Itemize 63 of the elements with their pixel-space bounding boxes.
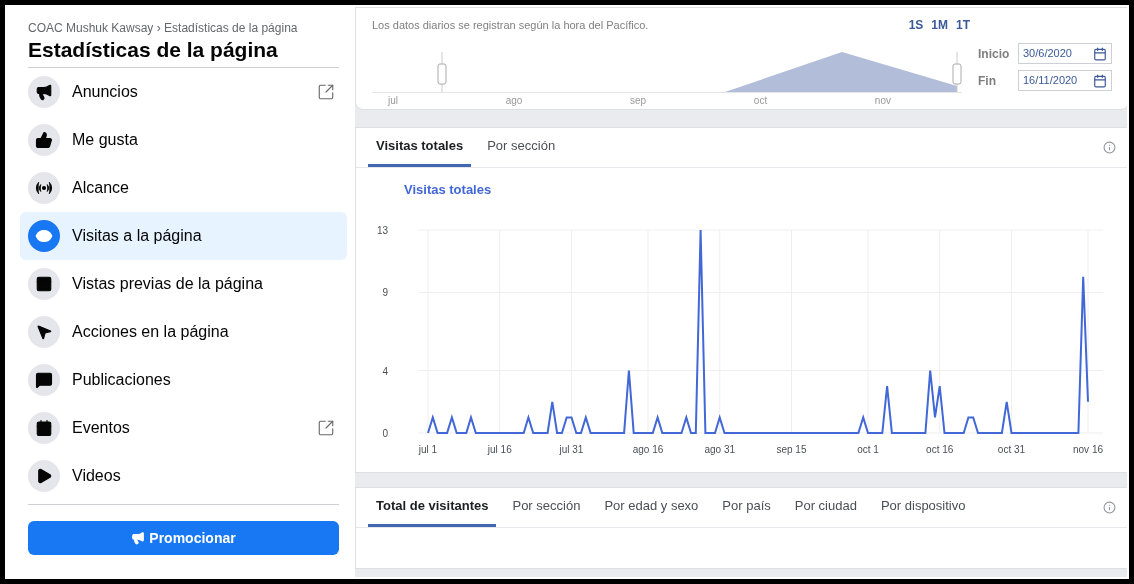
nav-label: Acciones en la página (72, 322, 230, 343)
megaphone-icon (28, 76, 60, 109)
thumbs-up-icon (28, 124, 60, 157)
calendar-icon (28, 412, 60, 445)
external-link-icon[interactable] (317, 419, 335, 438)
nav-item[interactable]: Me gusta (20, 116, 347, 165)
range-preset-link[interactable]: 1M (931, 16, 948, 34)
y-tick-label: 9 (382, 286, 388, 298)
nav-label: Alcance (72, 178, 130, 199)
broadcast-icon (28, 172, 60, 205)
play-icon (28, 460, 60, 493)
nav-label: Publicaciones (72, 370, 172, 391)
calendar-icon[interactable] (1093, 46, 1107, 61)
chart-title: Visitas totales (404, 181, 493, 199)
breadcrumb-separator: › (155, 21, 162, 35)
date-label: Fin (978, 72, 997, 90)
nav-label: Me gusta (72, 130, 139, 151)
y-tick-label: 4 (382, 365, 388, 377)
tab[interactable]: Total de visitantes (368, 487, 497, 527)
message-icon (28, 364, 60, 397)
month-label: sep (630, 94, 647, 108)
nav-item[interactable]: Alcance (20, 164, 347, 213)
nav-item[interactable]: Eventos (20, 404, 347, 453)
tab[interactable]: Por sección (504, 487, 589, 527)
y-tick-label: 13 (376, 224, 388, 236)
y-tick-label: 0 (382, 427, 388, 439)
range-preset-link[interactable]: 1T (956, 16, 970, 34)
range-preset-link[interactable]: 1S (908, 16, 924, 34)
date-input[interactable]: 16/11/2020 (1018, 70, 1112, 91)
nav-item[interactable]: Publicaciones (20, 356, 347, 405)
megaphone-icon (131, 531, 146, 546)
date-input[interactable]: 30/6/2020 (1018, 43, 1112, 64)
nav-item[interactable]: Videos (20, 452, 347, 501)
nav-label: Visitas a la página (72, 226, 203, 247)
nav-label: Anuncios (72, 82, 139, 103)
tab[interactable]: Por país (714, 487, 779, 527)
calendar-icon[interactable] (1093, 73, 1107, 88)
nav-label: Vistas previas de la página (72, 274, 264, 295)
nav-label: Videos (72, 466, 122, 487)
info-icon[interactable] (1103, 141, 1116, 154)
external-link-icon[interactable] (317, 83, 335, 102)
nav-item[interactable]: Acciones en la página (20, 308, 347, 357)
info-icon[interactable] (1103, 501, 1116, 514)
page-title: Estadísticas de la página (27, 37, 279, 63)
tab[interactable]: Visitas totales (368, 127, 472, 167)
tab[interactable]: Por sección (479, 127, 564, 167)
timezone-note: Los datos diarios se registran según la hora del Pacífico. (372, 17, 649, 33)
nav-label: Eventos (72, 418, 131, 439)
date-label: Inicio (978, 45, 1011, 63)
tab[interactable]: Por ciudad (786, 487, 865, 527)
breadcrumb-link[interactable]: COAC Mushuk Kawsay (28, 21, 154, 35)
tab[interactable]: Por dispositivo (872, 487, 974, 527)
pointer-icon (28, 316, 60, 349)
nav-item[interactable]: Visitas a la página (20, 212, 347, 261)
tab[interactable]: Por edad y sexo (596, 487, 707, 527)
month-label: oct (753, 94, 768, 108)
month-label: nov (874, 94, 891, 108)
promote-button[interactable]: Promocionar (28, 521, 339, 556)
breadcrumb-current: Estadísticas de la página (164, 21, 298, 35)
nav-item[interactable]: Anuncios (20, 68, 347, 117)
nav-item[interactable]: Vistas previas de la página (20, 260, 347, 309)
month-label: ago (505, 94, 523, 108)
month-label: jul (388, 94, 398, 108)
